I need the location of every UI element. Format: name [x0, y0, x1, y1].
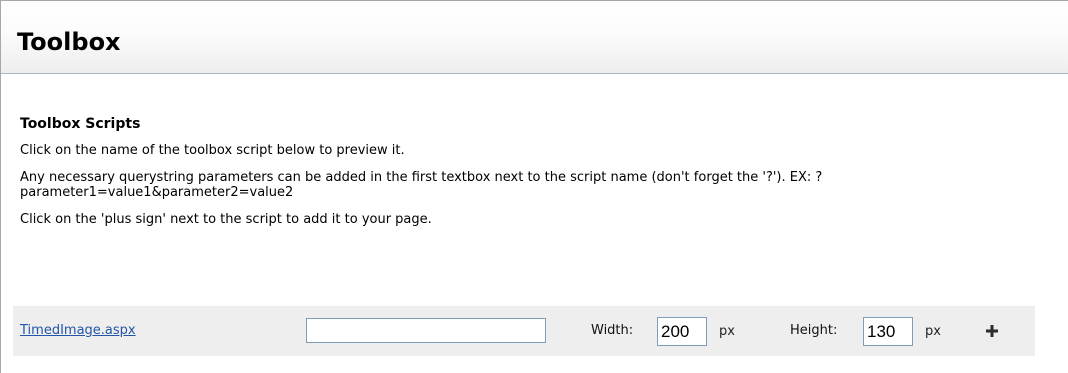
page-title: Toolbox [17, 28, 121, 56]
toolbox-content: Toolbox Scripts Click on the name of the… [20, 115, 1065, 239]
plus-icon[interactable] [985, 324, 999, 338]
querystring-input[interactable] [306, 318, 546, 343]
section-title: Toolbox Scripts [20, 116, 141, 132]
width-unit: px [719, 324, 735, 339]
height-label: Height: [790, 323, 838, 338]
page-header: Toolbox [1, 1, 1068, 74]
instruction-querystring: Any necessary querystring parameters can… [20, 170, 823, 200]
height-input[interactable] [863, 317, 913, 346]
width-input[interactable] [657, 317, 707, 346]
script-row: TimedImage.aspx Width: px Height: px [13, 306, 1035, 356]
width-label: Width: [591, 323, 634, 338]
instruction-preview: Click on the name of the toolbox script … [20, 143, 405, 158]
height-unit: px [925, 324, 941, 339]
toolbox-window: Toolbox Toolbox Scripts Click on the nam… [0, 0, 1068, 373]
script-link-timedimage[interactable]: TimedImage.aspx [20, 323, 136, 338]
instruction-add: Click on the 'plus sign' next to the scr… [20, 212, 432, 227]
